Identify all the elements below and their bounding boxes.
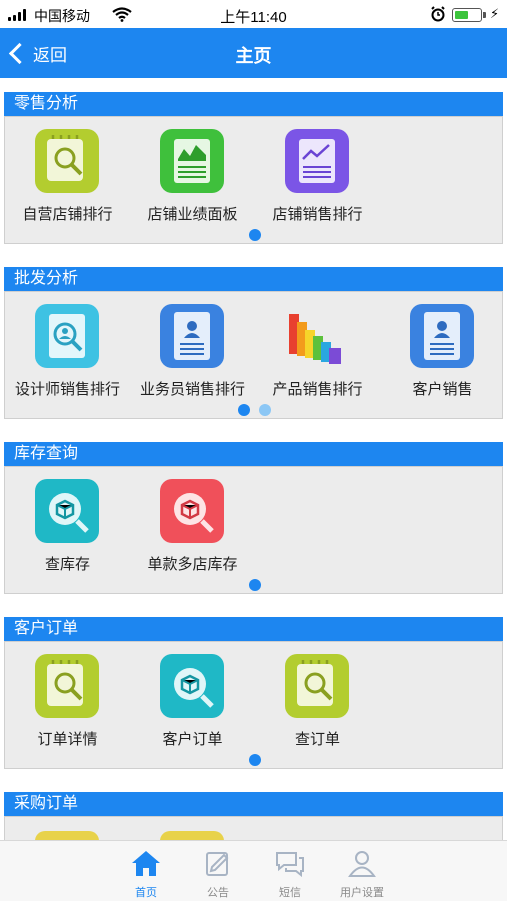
designer-rank-icon (35, 304, 99, 368)
item-label: 自营店铺排行 (22, 206, 113, 223)
section-title: 批发分析 (4, 267, 503, 291)
order-query-icon (285, 654, 349, 718)
partial-icon (160, 831, 224, 840)
tab-label: 用户设置 (340, 887, 384, 899)
stock-query-icon (35, 479, 99, 543)
tab-notice[interactable]: 公告 (178, 841, 258, 901)
multi-store-stock-icon (160, 479, 224, 543)
item-label: 店铺销售排行 (272, 206, 363, 223)
store-rank-button[interactable]: 自营店铺排行 (5, 129, 130, 229)
section-title: 客户订单 (4, 617, 503, 641)
salesman-rank-button[interactable]: 业务员销售排行 (130, 304, 255, 404)
item-label: 客户销售 (412, 381, 473, 398)
performance-board-button[interactable]: 店铺业绩面板 (130, 129, 255, 229)
item-label: 设计师销售排行 (14, 381, 120, 398)
order-detail-icon (35, 654, 99, 718)
page-indicator-dot-active[interactable] (238, 404, 250, 416)
page-indicator-dot[interactable] (249, 229, 261, 241)
store-rank-icon (35, 129, 99, 193)
tab-message[interactable]: 短信 (250, 841, 330, 901)
tab-label: 首页 (135, 887, 157, 899)
section-customer-orders: 客户订单 订单详情 客户订单 查订单 (4, 617, 503, 769)
item-label: 查库存 (44, 556, 90, 573)
user-settings-icon (348, 851, 376, 877)
page-indicator-dot[interactable] (249, 754, 261, 766)
page-indicator-dot[interactable] (249, 579, 261, 591)
page-title: 主页 (235, 46, 272, 66)
product-rank-button[interactable]: 产品销售排行 (255, 304, 380, 404)
notice-icon (206, 852, 229, 876)
item-label: 店铺业绩面板 (147, 206, 238, 223)
section-retail-analysis: 零售分析 自营店铺排行 店铺业绩面板 店铺销售排行 (4, 92, 503, 244)
battery-icon (452, 8, 486, 22)
salesman-rank-icon (160, 304, 224, 368)
section-title: 零售分析 (4, 92, 503, 116)
alarm-icon (431, 6, 445, 22)
partial-icon (35, 831, 99, 840)
item-label: 客户订单 (162, 731, 223, 748)
home-icon (132, 851, 160, 876)
tab-label: 公告 (207, 887, 229, 899)
section-inventory-query: 库存查询 查库存 单款多店库存 (4, 442, 503, 594)
sales-rank-icon (285, 129, 349, 193)
main-content[interactable]: 零售分析 自营店铺排行 店铺业绩面板 店铺销售排行 批发分析 设计师销售排行 业… (0, 78, 507, 840)
section-title: 库存查询 (4, 442, 503, 466)
section-purchase-orders: 采购订单 (4, 792, 503, 840)
section-grid: 设计师销售排行 业务员销售排行 产品销售排行 客户销售 (4, 291, 503, 419)
customer-order-button[interactable]: 客户订单 (130, 654, 255, 754)
section-grid: 自营店铺排行 店铺业绩面板 店铺销售排行 (4, 116, 503, 244)
item-label: 订单详情 (37, 731, 98, 748)
section-grid: 查库存 单款多店库存 (4, 466, 503, 594)
item-label: 产品销售排行 (272, 381, 363, 398)
tab-label: 短信 (279, 887, 301, 899)
section-title: 采购订单 (4, 792, 503, 816)
status-bar: 中国移动 上午11:40 ⚡ (0, 0, 507, 28)
order-query-button[interactable]: 查订单 (255, 654, 380, 754)
customer-sales-button[interactable]: 客户销售 (380, 304, 505, 404)
customer-order-icon (160, 654, 224, 718)
section-wholesale-analysis: 批发分析 设计师销售排行 业务员销售排行 产品销售排行 客户销售 (4, 267, 503, 419)
message-icon (276, 852, 304, 877)
page-indicator-dot-inactive[interactable] (259, 404, 271, 416)
product-rank-icon (285, 304, 349, 368)
tab-home[interactable]: 首页 (106, 841, 186, 901)
designer-rank-button[interactable]: 设计师销售排行 (5, 304, 130, 404)
item-label: 单款多店库存 (147, 556, 238, 573)
order-detail-button[interactable]: 订单详情 (5, 654, 130, 754)
item-label: 业务员销售排行 (139, 381, 245, 398)
performance-board-icon (160, 129, 224, 193)
item-label: 查订单 (294, 731, 340, 748)
section-grid: 订单详情 客户订单 查订单 (4, 641, 503, 769)
section-grid (4, 816, 503, 840)
tab-bar: 首页 公告 短信 用户设置 (0, 840, 507, 901)
sales-rank-button[interactable]: 店铺销售排行 (255, 129, 380, 229)
navigation-bar: 返回 主页 (0, 28, 507, 78)
tab-user-settings[interactable]: 用户设置 (322, 841, 402, 901)
multi-store-stock-button[interactable]: 单款多店库存 (130, 479, 255, 579)
charging-icon: ⚡ (490, 6, 500, 21)
customer-sales-icon (410, 304, 474, 368)
stock-query-button[interactable]: 查库存 (5, 479, 130, 579)
